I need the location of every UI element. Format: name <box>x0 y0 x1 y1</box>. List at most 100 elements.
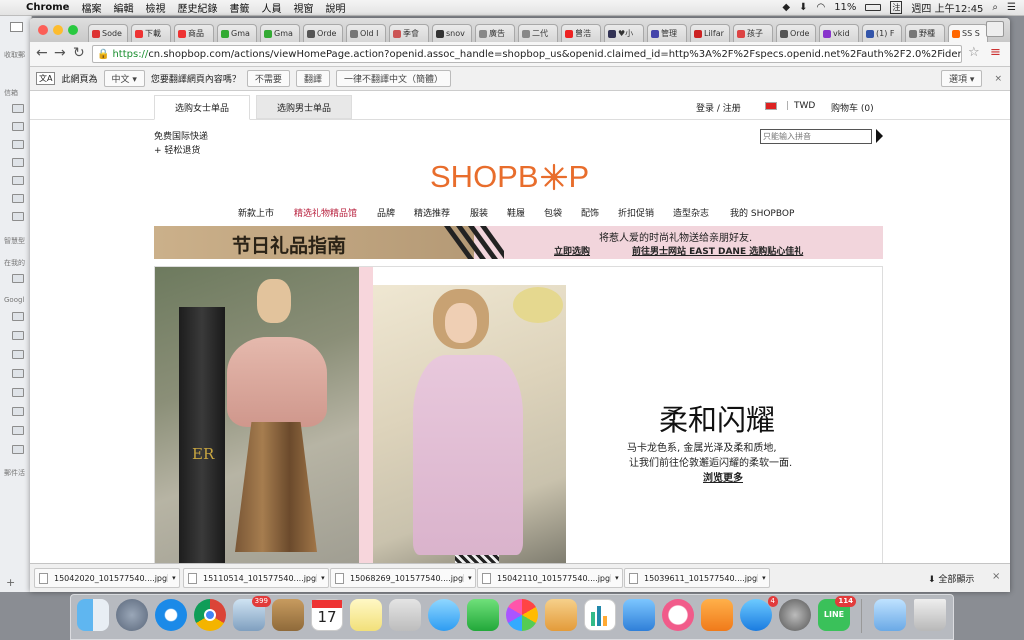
wifi-icon[interactable]: ◠ <box>816 2 825 13</box>
archive-icon[interactable] <box>12 176 24 185</box>
messages-icon[interactable] <box>428 599 460 631</box>
folder-icon[interactable] <box>12 274 24 283</box>
zoom-window-icon[interactable] <box>68 25 78 35</box>
show-all-downloads-button[interactable]: ⬇ 全部顯示 <box>928 572 974 585</box>
battery-icon[interactable] <box>865 4 882 11</box>
nav-my-shopbop[interactable]: 我的 SHOPBOP <box>730 206 794 219</box>
bookmark-star-icon[interactable]: ☆ <box>968 45 980 60</box>
download-item[interactable]: 15110514_101577540....jpg ▾ <box>183 568 329 588</box>
nav-shoes[interactable]: 鞋履 <box>507 206 525 219</box>
flag-icon[interactable] <box>12 122 24 131</box>
dropbox-icon[interactable]: ◆ <box>782 2 790 13</box>
never-translate-button[interactable]: 一律不翻譯中文（簡體） <box>335 70 451 87</box>
banner-east-dane-link[interactable]: 前往男士网站 EAST DANE 选购贴心佳礼 <box>632 244 803 257</box>
reload-icon[interactable]: ↻ <box>73 45 85 61</box>
download-icon[interactable]: ⬇ <box>799 2 807 13</box>
finder-icon[interactable] <box>77 599 109 631</box>
browser-tab[interactable]: Orde <box>776 24 816 42</box>
preview-icon[interactable] <box>389 599 421 631</box>
download-item[interactable]: 15068269_101577540....jpg ▾ <box>330 568 476 588</box>
system-preferences-icon[interactable] <box>779 599 811 631</box>
browser-tab[interactable]: 孩子 <box>733 24 773 42</box>
folder-icon[interactable] <box>12 369 24 378</box>
nav-editors-picks[interactable]: 精选推荐 <box>414 206 450 219</box>
folder-icon[interactable] <box>12 426 24 435</box>
mail-compose-icon[interactable] <box>10 22 23 32</box>
nav-brands[interactable]: 品牌 <box>377 206 395 219</box>
app-menu-chrome[interactable]: Chrome <box>26 2 69 13</box>
chrome-icon[interactable] <box>194 599 226 631</box>
launchpad-icon[interactable] <box>116 599 148 631</box>
menu-history[interactable]: 歷史紀錄 <box>177 0 217 15</box>
ibooks-icon[interactable] <box>701 599 733 631</box>
browser-tab[interactable]: Sode <box>88 24 128 42</box>
search-input[interactable] <box>760 129 872 144</box>
folder-icon[interactable] <box>12 331 24 340</box>
browser-tab[interactable]: 曾浩 <box>561 24 601 42</box>
folder-icon[interactable] <box>12 445 24 454</box>
holiday-banner[interactable]: 节日礼品指南 将惹人爱的时尚礼物送给亲朋好友. 立即选购 前往男士网站 EAST… <box>154 226 883 259</box>
keynote-icon[interactable] <box>623 599 655 631</box>
spotlight-icon[interactable]: ⌕ <box>992 2 998 13</box>
hero-section[interactable]: ER 柔和闪耀 马卡龙色系, 金属光泽及柔和质地, 让我们前往伦敦邂逅闪耀的柔软… <box>154 266 883 581</box>
facetime-icon[interactable] <box>467 599 499 631</box>
trash-icon[interactable] <box>914 599 946 631</box>
browser-tab[interactable]: Lilfar <box>690 24 730 42</box>
tab-women[interactable]: 选购女士单品 <box>154 95 250 120</box>
chevron-down-icon[interactable]: ▾ <box>757 574 770 582</box>
folder-icon[interactable] <box>12 312 24 321</box>
close-downloads-button[interactable]: × <box>992 571 1000 582</box>
currency-link[interactable]: TWD <box>794 101 815 111</box>
back-icon[interactable]: ← <box>36 45 48 61</box>
shopbop-logo[interactable]: SHOPB P <box>430 157 589 197</box>
mailbox-icon[interactable] <box>12 104 24 113</box>
download-item[interactable]: 15042110_101577540....jpg ▾ <box>477 568 623 588</box>
photos-icon[interactable] <box>506 599 538 631</box>
browser-tab[interactable]: (1) F <box>862 24 902 42</box>
input-method-icon[interactable]: 注 <box>890 1 903 14</box>
add-mailbox-icon[interactable]: + <box>6 576 15 589</box>
menu-window[interactable]: 視窗 <box>293 0 313 15</box>
app-store-icon[interactable]: 4 <box>740 596 778 631</box>
nav-accessories[interactable]: 配饰 <box>581 206 599 219</box>
language-select[interactable]: 中文 ▾ <box>103 70 145 87</box>
nav-sale[interactable]: 折扣促销 <box>618 206 654 219</box>
notification-center-icon[interactable]: ☰ <box>1007 2 1016 13</box>
nav-magazine[interactable]: 造型杂志 <box>673 206 709 219</box>
browser-tab[interactable]: Gma <box>217 24 257 42</box>
itunes-icon[interactable] <box>662 599 694 631</box>
download-item[interactable]: 15039611_101577540....jpg ▾ <box>624 568 770 588</box>
browser-tab[interactable]: 下載 <box>131 24 171 42</box>
document-icon[interactable] <box>12 140 24 149</box>
menu-bookmarks[interactable]: 書籤 <box>229 0 249 15</box>
trash-icon[interactable] <box>12 194 24 203</box>
archive-icon[interactable] <box>12 212 24 221</box>
taiwan-flag-icon[interactable] <box>765 102 777 110</box>
browser-tab[interactable]: 二代 <box>518 24 558 42</box>
browser-tab[interactable]: snov <box>432 24 472 42</box>
download-item[interactable]: 15042020_101577540....jpg ▾ <box>34 568 180 588</box>
browser-tab[interactable]: Orde <box>303 24 343 42</box>
mail-icon[interactable]: 399 <box>233 596 271 631</box>
sent-icon[interactable] <box>12 158 24 167</box>
translate-no-button[interactable]: 不需要 <box>246 70 290 87</box>
translate-options-button[interactable]: 選項 ▾ <box>941 70 983 87</box>
address-bar[interactable]: 🔒 https:// cn.shopbop.com/actions/viewHo… <box>92 45 962 63</box>
browser-tab[interactable]: vkid <box>819 24 859 42</box>
line-icon[interactable]: LINE 114 <box>818 596 856 631</box>
tab-men[interactable]: 选购男士单品 <box>256 95 352 119</box>
search-submit-icon[interactable] <box>876 129 883 143</box>
browser-tab[interactable]: 商品 <box>174 24 214 42</box>
browser-tab[interactable]: Gma <box>260 24 300 42</box>
nav-gift-shop[interactable]: 精选礼物精品馆 <box>294 206 357 219</box>
close-window-icon[interactable] <box>38 25 48 35</box>
minimize-window-icon[interactable] <box>53 25 63 35</box>
calendar-icon[interactable]: 17 <box>311 599 343 631</box>
numbers-icon[interactable] <box>584 599 616 631</box>
contacts-icon[interactable] <box>272 599 304 631</box>
hero-browse-more-link[interactable]: 浏览更多 <box>703 469 743 484</box>
browser-tab[interactable]: 季會 <box>389 24 429 42</box>
nav-new-arrivals[interactable]: 新款上市 <box>238 206 274 219</box>
translate-button[interactable]: 翻譯 <box>295 70 330 87</box>
folder-icon[interactable] <box>12 407 24 416</box>
